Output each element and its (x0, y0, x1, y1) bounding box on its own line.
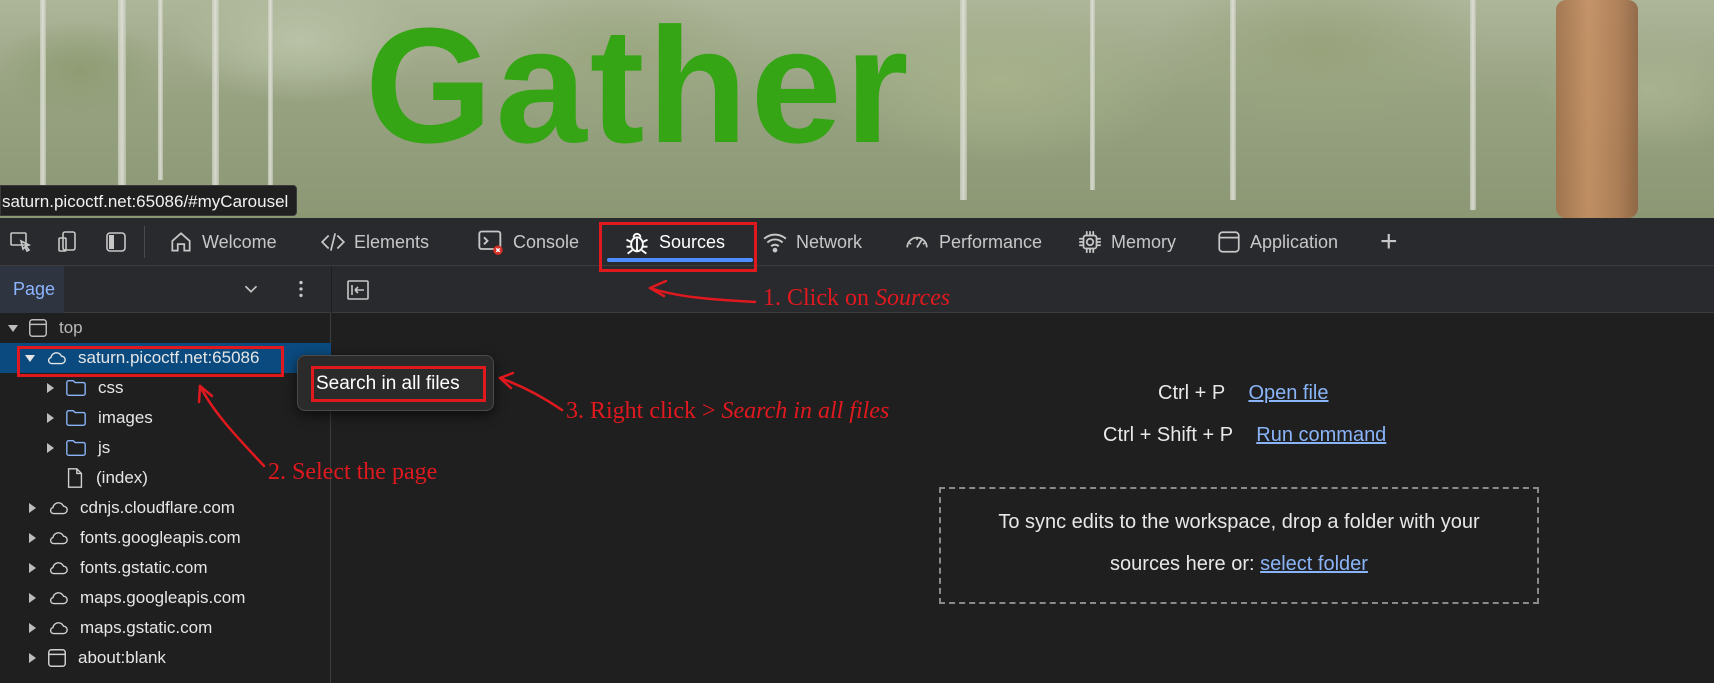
annotation-step-2: 2. Select the page (268, 459, 438, 485)
annotation-step-1: 1. Click on Sources (763, 285, 951, 311)
annotation-step-3: 3. Right click > Search in all files (566, 398, 890, 424)
annotation-arrows (197, 279, 757, 468)
